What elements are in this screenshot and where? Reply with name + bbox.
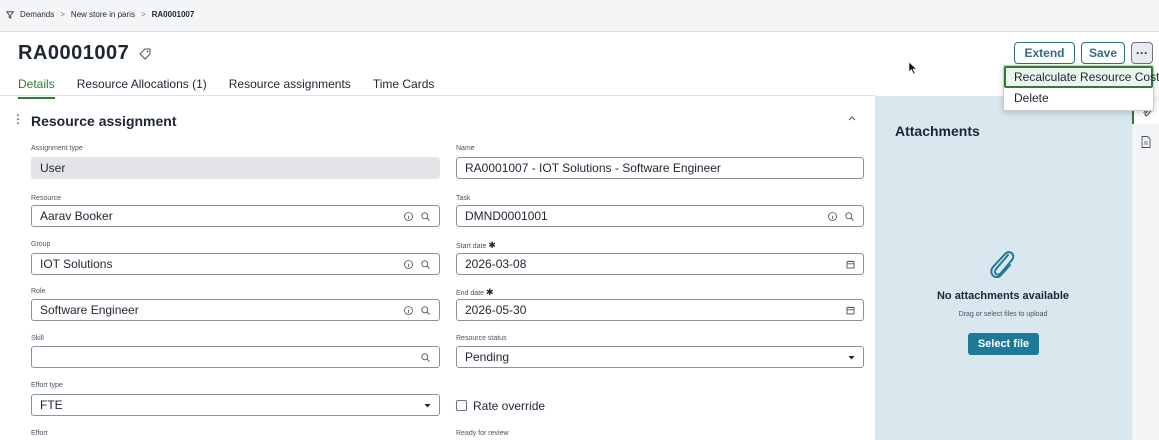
required-asterisk: ✱ [488, 240, 496, 250]
resource-value: Aarav Booker [40, 209, 113, 223]
record-number: RA0001007 [18, 42, 130, 64]
resource-status-label: Resource status [456, 335, 507, 342]
start-date-value: 2026-03-08 [465, 257, 527, 271]
required-asterisk: ✱ [485, 287, 494, 297]
mouse-cursor-icon [908, 61, 918, 75]
tab-divider [0, 95, 875, 96]
page-title: RA0001007 [18, 42, 151, 65]
search-icon[interactable] [420, 352, 431, 363]
info-icon[interactable] [403, 259, 414, 270]
section-header: ⋮ Resource assignment [0, 104, 875, 134]
skill-field[interactable] [31, 346, 440, 368]
task-field[interactable]: DMND0001001 [456, 205, 864, 227]
name-label: Name [456, 145, 475, 152]
breadcrumb-separator: > [60, 10, 65, 19]
ready-for-review-label: Ready for review [456, 430, 509, 437]
start-date-label: Start date ✱ [456, 240, 496, 251]
no-attachments-text: No attachments available [936, 290, 1070, 302]
effort-type-value: FTE [40, 398, 63, 412]
drag-handle-icon[interactable]: ⋮ [12, 112, 24, 126]
effort-label: Effort [31, 430, 48, 437]
side-rail [1131, 96, 1159, 440]
end-date-field[interactable]: 2026-05-30 [456, 299, 864, 321]
caret-down-icon [848, 356, 855, 360]
skill-label: Skill [31, 335, 44, 342]
tag-icon[interactable] [139, 48, 151, 60]
document-icon[interactable] [1141, 136, 1151, 148]
assignment-type-label: Assignment type [31, 145, 83, 152]
search-icon[interactable] [420, 259, 431, 270]
task-label: Task [456, 195, 471, 202]
attachments-title: Attachments [895, 123, 980, 139]
more-actions-menu: Recalculate Resource Cost Delete [1003, 65, 1159, 111]
breadcrumb-separator: > [140, 10, 146, 19]
end-date-label-text: End date [456, 290, 485, 297]
section-title: Resource assignment [31, 113, 177, 129]
name-field[interactable]: RA0001007 - IOT Solutions - Software Eng… [456, 157, 864, 179]
assignment-type-value: User [40, 161, 66, 175]
resource-status-value: Pending [465, 350, 510, 364]
group-value: IOT Solutions [40, 257, 113, 271]
filter-icon [6, 10, 14, 19]
start-date-label-text: Start date [456, 243, 487, 250]
name-value: RA0001007 - IOT Solutions - Software Eng… [465, 161, 721, 175]
caret-down-icon [424, 404, 431, 408]
breadcrumb-bar: Demands > New store in paris > RA0001007 [0, 0, 1159, 32]
role-label: Role [31, 288, 46, 295]
paperclip-icon [990, 251, 1015, 279]
search-icon[interactable] [420, 211, 431, 222]
rate-override-checkbox[interactable] [456, 400, 467, 411]
breadcrumb-item-current: RA0001007 [151, 10, 195, 19]
info-icon[interactable] [403, 305, 414, 316]
task-value: DMND0001001 [465, 209, 548, 223]
calendar-icon[interactable] [845, 305, 856, 316]
more-actions-button[interactable]: ··· [1131, 42, 1153, 64]
end-date-label: End date ✱ [456, 287, 494, 298]
save-button[interactable]: Save [1081, 42, 1125, 64]
breadcrumb-item-store[interactable]: New store in paris [71, 10, 135, 19]
end-date-value: 2026-05-30 [465, 303, 527, 317]
resource-status-select[interactable]: Pending [456, 346, 864, 368]
effort-type-label: Effort type [31, 382, 63, 389]
assignment-type-field: User [31, 157, 440, 179]
group-field[interactable]: IOT Solutions [31, 253, 440, 275]
resource-label: Resource [31, 195, 61, 202]
menu-item-delete[interactable]: Delete [1004, 88, 1153, 110]
group-label: Group [31, 241, 51, 248]
search-icon[interactable] [844, 211, 855, 222]
role-field[interactable]: Software Engineer [31, 299, 440, 321]
info-icon[interactable] [827, 211, 838, 222]
breadcrumb-item-demands[interactable]: Demands [20, 10, 54, 19]
breadcrumb: Demands > New store in paris > RA0001007 [6, 10, 194, 19]
upload-hint: Drag or select files to upload [958, 311, 1048, 318]
start-date-field[interactable]: 2026-03-08 [456, 253, 864, 275]
select-file-button[interactable]: Select file [968, 333, 1039, 355]
chevron-up-icon[interactable] [846, 112, 858, 124]
extend-button[interactable]: Extend [1014, 42, 1075, 64]
attachments-panel: Attachments No attachments available Dra… [875, 96, 1131, 440]
role-value: Software Engineer [40, 303, 139, 317]
menu-item-recalculate-resource-cost[interactable]: Recalculate Resource Cost [1004, 66, 1159, 88]
search-icon[interactable] [420, 305, 431, 316]
calendar-icon[interactable] [845, 259, 856, 270]
resource-field[interactable]: Aarav Booker [31, 205, 440, 227]
effort-type-select[interactable]: FTE [31, 394, 440, 416]
rate-override-label: Rate override [473, 399, 546, 413]
info-icon[interactable] [403, 211, 414, 222]
